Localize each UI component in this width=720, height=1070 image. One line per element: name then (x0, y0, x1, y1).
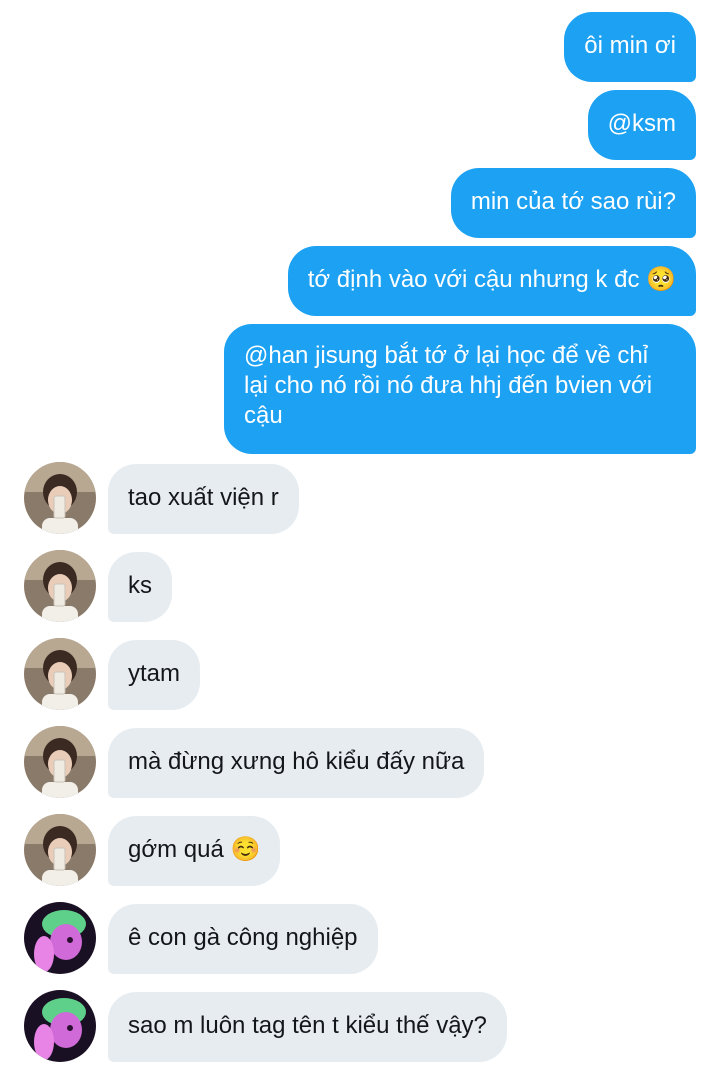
avatar[interactable] (24, 814, 96, 886)
outgoing-message[interactable]: tớ định vào với cậu nhưng k đc 🥺 (287, 246, 696, 316)
incoming-message[interactable]: ks (108, 552, 172, 622)
incoming-message[interactable]: mà đừng xưng hô kiểu đấy nữa (108, 728, 485, 798)
outgoing-message[interactable]: ôi min ơi (564, 12, 696, 82)
green-hair-avatar-icon (24, 902, 96, 974)
avatar[interactable] (24, 990, 96, 1062)
incoming-message[interactable]: ytam (108, 640, 201, 710)
selfie-avatar-icon (24, 638, 96, 710)
avatar[interactable] (24, 726, 96, 798)
selfie-avatar-icon (24, 462, 96, 534)
outgoing-message[interactable]: @han jisung bắt tớ ở lại học để về chỉ l… (224, 324, 696, 454)
selfie-avatar-icon (24, 814, 96, 886)
selfie-avatar-icon (24, 726, 96, 798)
green-hair-avatar-icon (24, 990, 96, 1062)
selfie-avatar-icon (24, 550, 96, 622)
incoming-message[interactable]: ê con gà công nghiệp (108, 904, 378, 974)
incoming-message[interactable]: gớm quá ☺️ (108, 816, 281, 886)
incoming-message[interactable]: sao m luôn tag tên t kiểu thế vậy? (108, 992, 507, 1062)
outgoing-message[interactable]: @ksm (587, 90, 696, 160)
avatar[interactable] (24, 462, 96, 534)
avatar[interactable] (24, 550, 96, 622)
avatar[interactable] (24, 902, 96, 974)
outgoing-message[interactable]: min của tớ sao rùi? (450, 168, 696, 238)
avatar[interactable] (24, 638, 96, 710)
incoming-message[interactable]: tao xuất viện r (108, 464, 299, 534)
